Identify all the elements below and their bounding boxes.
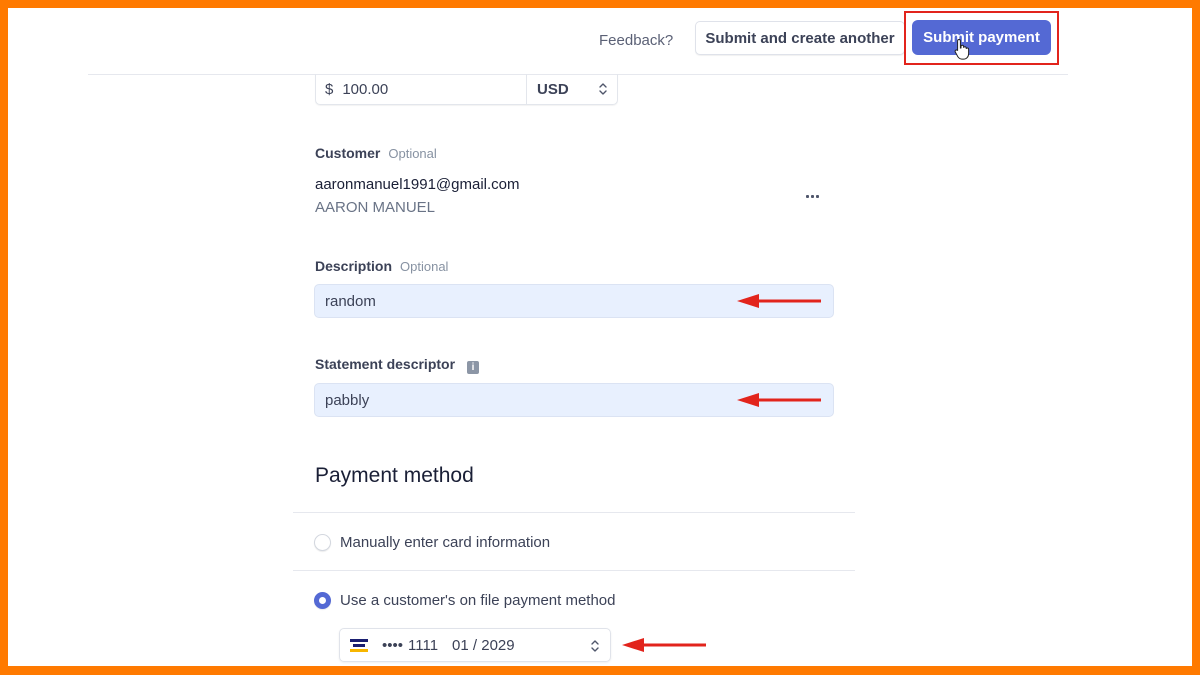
card-expiry: 01 / 2029 <box>452 636 515 654</box>
optional-tag: Optional <box>400 259 449 274</box>
saved-card-select[interactable]: •••• 1111 01 / 2029 <box>339 628 611 662</box>
amount-field: $ 100.00 USD <box>315 74 618 105</box>
amount-input[interactable]: $ 100.00 <box>316 74 527 104</box>
radio-manual-card-label: Manually enter card information <box>340 534 551 551</box>
ellipsis-icon-dot <box>815 194 819 198</box>
payment-method-title: Payment method <box>315 464 474 487</box>
currency-value: USD <box>537 80 569 98</box>
currency-select[interactable]: USD <box>527 74 617 104</box>
description-label: Description Optional <box>315 258 448 274</box>
description-label-text: Description <box>315 258 393 274</box>
annotation-arrow-icon <box>622 638 706 652</box>
annotation-arrow-icon <box>737 393 821 407</box>
card-brand-icon <box>350 638 368 652</box>
customer-more-button[interactable] <box>800 186 824 206</box>
radio-on-file-payment-method[interactable]: Use a customer's on file payment method <box>314 592 616 609</box>
chevron-up-down-icon <box>599 83 607 95</box>
ellipsis-icon-dot <box>810 194 814 198</box>
currency-symbol: $ <box>325 80 334 98</box>
info-icon[interactable]: i <box>467 361 480 374</box>
divider <box>293 512 855 513</box>
feedback-link[interactable]: Feedback? <box>599 32 673 49</box>
hand-cursor-icon <box>954 38 970 60</box>
radio-manual-card[interactable]: Manually enter card information <box>314 534 550 551</box>
card-last4: 1111 <box>408 636 439 654</box>
radio-unchecked-icon[interactable] <box>314 534 331 551</box>
radio-on-file-label: Use a customer's on file payment method <box>340 592 616 609</box>
app-frame: Feedback? Submit and create another Subm… <box>8 8 1192 666</box>
submit-and-create-another-button[interactable]: Submit and create another <box>695 21 905 55</box>
statement-descriptor-label-text: Statement descriptor <box>315 356 456 372</box>
customer-email: aaronmanuel1991@gmail.com <box>315 176 520 193</box>
chevron-up-down-icon <box>591 640 599 652</box>
customer-label-text: Customer <box>315 145 381 161</box>
amount-value: 100.00 <box>342 80 389 98</box>
submit-payment-button[interactable]: Submit payment <box>912 20 1051 55</box>
ellipsis-icon <box>805 194 809 198</box>
statement-descriptor-label: Statement descriptor i <box>315 356 480 374</box>
radio-checked-icon[interactable] <box>314 592 331 609</box>
optional-tag: Optional <box>388 146 437 161</box>
divider <box>293 570 855 571</box>
annotation-arrow-icon <box>737 294 821 308</box>
customer-label: Customer Optional <box>315 145 437 161</box>
card-masked-digits: •••• <box>382 636 404 654</box>
customer-name: AARON MANUEL <box>315 199 436 216</box>
